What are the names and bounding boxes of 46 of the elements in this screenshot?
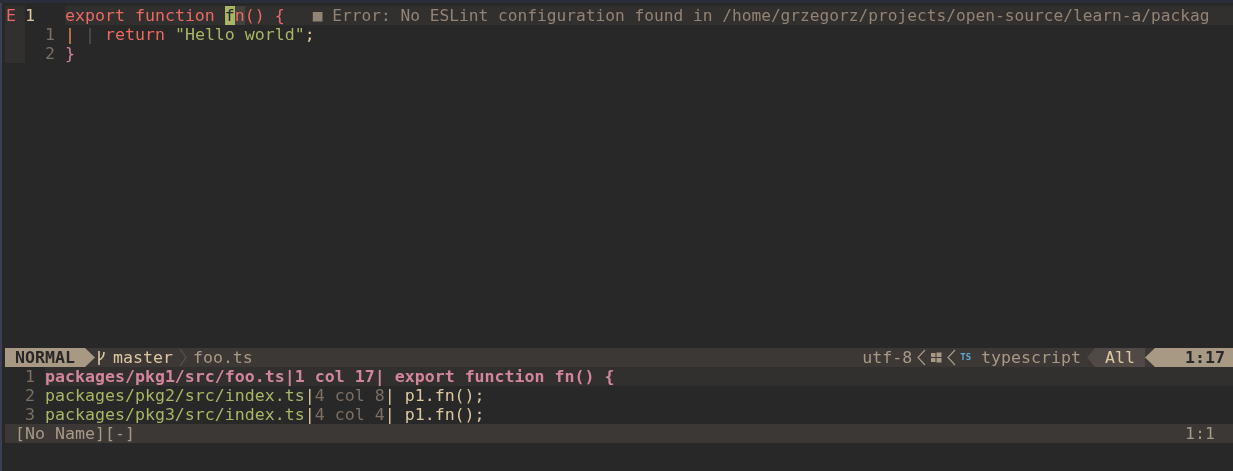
file-path: packages/pkg1/src/foo.ts bbox=[45, 367, 285, 386]
line-number: 1 bbox=[24, 367, 35, 386]
separator-chevron-icon bbox=[916, 348, 927, 367]
separator-arrow-icon bbox=[1087, 348, 1095, 367]
quickfix-item[interactable]: packages/pkg1/src/foo.ts|1 col 17| export function fn() { bbox=[45, 367, 1233, 386]
code-text: ; bbox=[304, 25, 315, 44]
code-text: export function bbox=[65, 6, 216, 25]
line-number: 2 bbox=[24, 386, 35, 405]
buffer-name: [No Name][-] bbox=[14, 424, 135, 443]
file-path: packages/pkg3/src/index.ts bbox=[45, 405, 305, 424]
indent-guide: | bbox=[65, 25, 76, 44]
location-text: 4 col 8 bbox=[314, 386, 385, 405]
separator-text: | bbox=[284, 367, 295, 386]
word-highlight: n bbox=[234, 6, 245, 25]
code-text: | export function fn() { bbox=[374, 367, 615, 386]
filetype-label: typescript bbox=[980, 348, 1082, 367]
quickfix-item[interactable]: packages/pkg3/src/index.ts|4 col 4| p1.fn(); bbox=[45, 405, 1233, 424]
indent-guide: | bbox=[85, 25, 96, 44]
typescript-icon: TS bbox=[956, 348, 976, 367]
line-number: 1 bbox=[44, 25, 56, 44]
encoding-label: utf-8 bbox=[861, 348, 914, 367]
line-number: 3 bbox=[24, 405, 35, 424]
separator-text: | bbox=[304, 386, 315, 405]
code-text: return bbox=[104, 25, 166, 44]
separator-text: | bbox=[304, 405, 315, 424]
location-text: 1 col 17 bbox=[294, 367, 375, 386]
code-text: () { bbox=[244, 6, 285, 25]
separator-arrow-icon bbox=[1145, 348, 1155, 367]
line-number: 2 bbox=[44, 44, 56, 63]
separator-chevron-icon bbox=[178, 348, 187, 367]
location-text: 4 col 4 bbox=[314, 405, 385, 424]
error-sign: E bbox=[5, 6, 25, 25]
branch-name: master bbox=[111, 348, 174, 367]
cursor: f bbox=[224, 6, 235, 25]
cursor-position: 1:1 bbox=[1185, 424, 1216, 443]
separator-chevron-icon bbox=[946, 348, 957, 367]
code-text: | p1.fn(); bbox=[384, 386, 485, 405]
brace-text: } bbox=[65, 44, 75, 63]
quickfix-item[interactable]: packages/pkg2/src/index.ts|4 col 8| p1.fn(); bbox=[45, 386, 1233, 405]
diagnostic-message: ■ Error: No ESLint configuration found in /home/grzegorz/projects/open-source/learn-a/packag bbox=[312, 6, 1210, 25]
code-text: | p1.fn(); bbox=[384, 405, 485, 424]
file-name: foo.ts bbox=[191, 348, 254, 367]
separator-arrow-icon bbox=[84, 348, 95, 367]
string-text: "Hello world" bbox=[174, 25, 305, 44]
line-number: 1 bbox=[25, 6, 36, 25]
file-path: packages/pkg2/src/index.ts bbox=[45, 386, 305, 405]
